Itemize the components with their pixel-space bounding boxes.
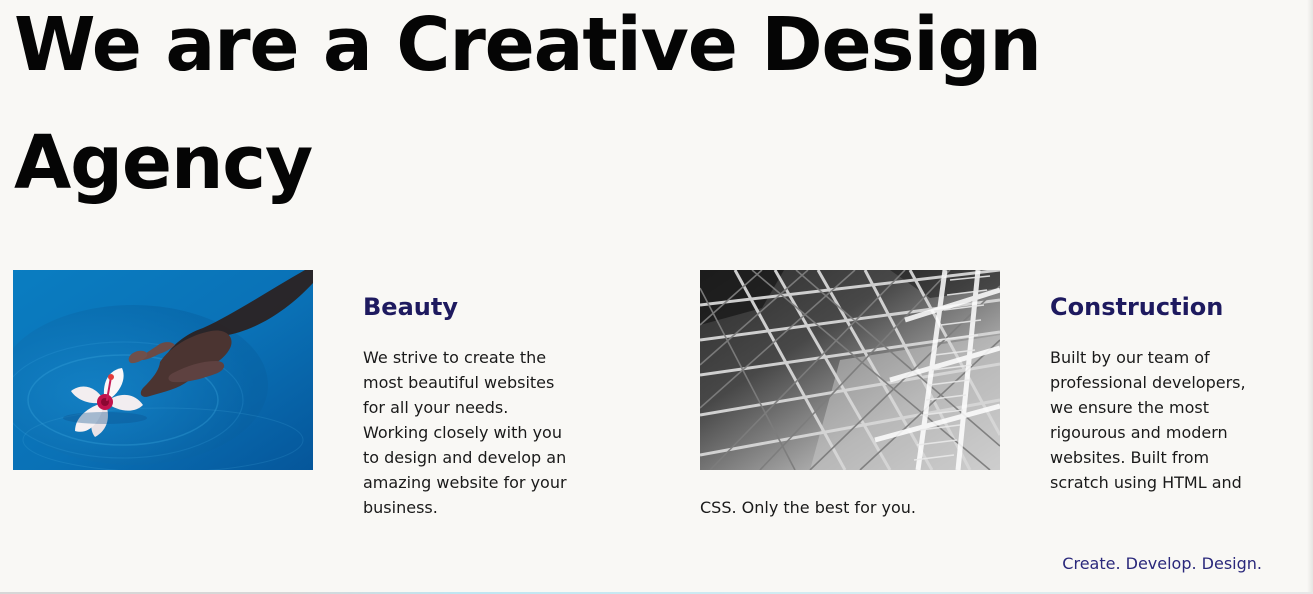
flower-water-image: [13, 270, 313, 470]
page-edge-shadow: [1307, 0, 1313, 594]
hero-title: We are a Creative Design Agency: [14, 2, 1042, 206]
card-title-construction: Construction: [1050, 293, 1224, 321]
card-title-beauty: Beauty: [363, 293, 458, 321]
card-text-construction-continued: CSS. Only the best for you.: [700, 498, 916, 517]
construction-steel-image: [700, 270, 1000, 470]
card-text-construction: Built by our team of professional develo…: [1050, 348, 1246, 492]
footer-tagline: Create. Develop. Design.: [1062, 554, 1262, 573]
card-text-beauty: We strive to create the most beautiful w…: [363, 348, 567, 517]
